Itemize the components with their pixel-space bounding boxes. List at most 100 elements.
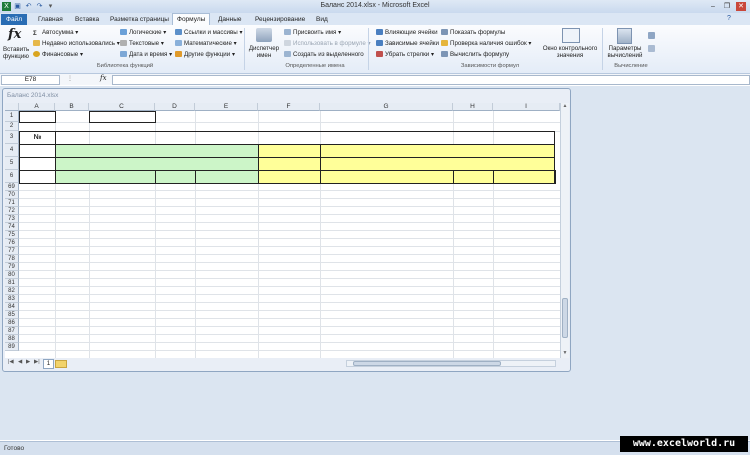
restore-icon[interactable]: ❐ xyxy=(722,2,732,11)
define-name-button[interactable]: Присвоить имя ▾ xyxy=(284,29,341,36)
tab-page-layout[interactable]: Разметка страницы xyxy=(106,14,173,25)
close-icon[interactable]: ✕ xyxy=(736,2,746,11)
sheet-nav-first-icon[interactable]: |◀ xyxy=(8,359,14,365)
row-header[interactable]: 87 xyxy=(5,327,19,335)
row-header[interactable]: 3 xyxy=(5,131,19,144)
tab-data[interactable]: Данные xyxy=(214,14,245,25)
row-header[interactable]: 84 xyxy=(5,303,19,311)
create-from-selection-button[interactable]: Создать из выделенного xyxy=(284,51,364,58)
scroll-up-icon[interactable]: ▲ xyxy=(561,103,569,110)
sheet-nav-next-icon[interactable]: ▶ xyxy=(26,359,30,365)
header-merged-cell[interactable] xyxy=(55,131,555,145)
name-box[interactable]: E78 xyxy=(1,75,60,85)
column-header[interactable]: D xyxy=(155,103,195,111)
recent-functions-button[interactable]: Недавно использовались ▾ xyxy=(33,40,120,47)
calculation-options-icon[interactable] xyxy=(617,28,632,44)
tab-home[interactable]: Главная xyxy=(34,14,67,25)
row-header[interactable]: 88 xyxy=(5,335,19,343)
sheet-nav-prev-icon[interactable]: ◀ xyxy=(18,359,22,365)
remove-arrows-button[interactable]: Убрать стрелки ▾ xyxy=(376,51,434,58)
sheet-nav-last-icon[interactable]: ▶| xyxy=(34,359,40,365)
trace-dependents-button[interactable]: Зависимые ячейки xyxy=(376,40,439,47)
row-header[interactable]: 5 xyxy=(5,157,19,170)
bordered-cell[interactable] xyxy=(89,111,156,123)
tab-review[interactable]: Рецензирование xyxy=(251,14,309,25)
row-header[interactable]: 76 xyxy=(5,239,19,247)
show-formulas-button[interactable]: Показать формулы xyxy=(441,29,505,36)
group-separator xyxy=(602,28,603,70)
name-manager-icon[interactable] xyxy=(256,28,272,42)
fx-icon[interactable]: fx xyxy=(100,74,107,82)
column-header[interactable]: C xyxy=(89,103,155,111)
row-header[interactable]: 73 xyxy=(5,215,19,223)
evaluate-formula-button[interactable]: Вычислить формулу xyxy=(441,51,509,58)
row-header[interactable]: 71 xyxy=(5,199,19,207)
text-functions-button[interactable]: Текстовые ▾ xyxy=(120,40,164,47)
column-header[interactable]: A xyxy=(19,103,55,111)
tab-view[interactable]: Вид xyxy=(312,14,332,25)
row-header[interactable]: 4 xyxy=(5,144,19,157)
vertical-scroll-thumb[interactable] xyxy=(562,298,568,338)
row-header[interactable]: 72 xyxy=(5,207,19,215)
row-header[interactable]: 70 xyxy=(5,191,19,199)
watch-window-icon[interactable] xyxy=(562,28,580,43)
sheet-tab[interactable]: 1 xyxy=(43,359,54,369)
row-header[interactable]: 89 xyxy=(5,343,19,351)
tab-file[interactable]: Файл xyxy=(1,14,27,25)
financial-functions-button[interactable]: Финансовые ▾ xyxy=(33,51,83,58)
row-header[interactable]: 6 xyxy=(5,170,19,183)
error-checking-button[interactable]: Проверка наличия ошибок ▾ xyxy=(441,40,532,47)
scroll-down-icon[interactable]: ▼ xyxy=(561,350,569,357)
calculate-now-icon[interactable] xyxy=(648,32,655,39)
horizontal-scroll-thumb[interactable] xyxy=(353,361,501,366)
row-header[interactable]: 1 xyxy=(5,111,19,122)
insert-function-button[interactable]: Вставить функцию xyxy=(3,46,29,60)
vertical-scrollbar[interactable]: ▲ ▼ xyxy=(560,103,569,358)
sheet-grid[interactable]: A B C D E F G H I 1 2 3 4 5 6 № 69 70 71… xyxy=(5,103,560,358)
row-header[interactable]: 69 xyxy=(5,183,19,191)
math-functions-button[interactable]: Математические ▾ xyxy=(175,40,237,47)
column-header[interactable]: G xyxy=(320,103,453,111)
use-in-formula-button[interactable]: Использовать в формуле ▾ xyxy=(284,40,371,47)
column-header[interactable]: F xyxy=(258,103,320,111)
minimize-icon[interactable]: – xyxy=(708,2,718,11)
datetime-functions-button[interactable]: Дата и время ▾ xyxy=(120,51,172,58)
name-manager-button[interactable]: Диспетчер имен xyxy=(247,45,281,59)
row-header[interactable]: 75 xyxy=(5,231,19,239)
autosum-button[interactable]: Σ Автосумма ▾ xyxy=(33,29,78,37)
column-header[interactable]: I xyxy=(493,103,560,111)
horizontal-scrollbar[interactable] xyxy=(346,360,556,367)
row-header[interactable]: 85 xyxy=(5,311,19,319)
table-cell[interactable] xyxy=(19,157,56,171)
row-header[interactable]: 82 xyxy=(5,287,19,295)
insert-function-icon[interactable]: fx xyxy=(8,27,21,42)
help-icon[interactable]: ? xyxy=(724,14,734,23)
watch-window-button[interactable]: Окно контрольного значения xyxy=(540,45,600,59)
bordered-cell[interactable] xyxy=(19,111,56,123)
row-header[interactable]: 74 xyxy=(5,223,19,231)
tab-insert[interactable]: Вставка xyxy=(71,14,103,25)
column-header[interactable]: H xyxy=(453,103,493,111)
row-header[interactable]: 81 xyxy=(5,279,19,287)
row-header[interactable]: 79 xyxy=(5,263,19,271)
more-functions-button[interactable]: Другие функции ▾ xyxy=(175,51,235,58)
tab-formulas[interactable]: Формулы xyxy=(172,13,211,25)
row-header[interactable]: 77 xyxy=(5,247,19,255)
row-header[interactable]: 83 xyxy=(5,295,19,303)
lookup-functions-button[interactable]: Ссылки и массивы ▾ xyxy=(175,29,243,36)
trace-precedents-button[interactable]: Влияющие ячейки xyxy=(376,29,438,36)
formula-input[interactable] xyxy=(112,75,750,85)
row-header[interactable]: 2 xyxy=(5,122,19,131)
column-header[interactable]: E xyxy=(195,103,258,111)
row-header[interactable]: 80 xyxy=(5,271,19,279)
logical-functions-button[interactable]: Логические ▾ xyxy=(120,29,166,36)
table-row[interactable] xyxy=(19,170,556,184)
calculation-options-button[interactable]: Параметры вычислений xyxy=(605,45,645,59)
row-header[interactable]: 86 xyxy=(5,319,19,327)
name-box-expander-icon[interactable]: ⋮ xyxy=(67,75,73,82)
column-header[interactable]: B xyxy=(55,103,89,111)
insert-sheet-icon[interactable] xyxy=(55,360,67,368)
calculate-sheet-icon[interactable] xyxy=(648,45,655,52)
select-all-corner[interactable] xyxy=(5,103,19,111)
row-header[interactable]: 78 xyxy=(5,255,19,263)
